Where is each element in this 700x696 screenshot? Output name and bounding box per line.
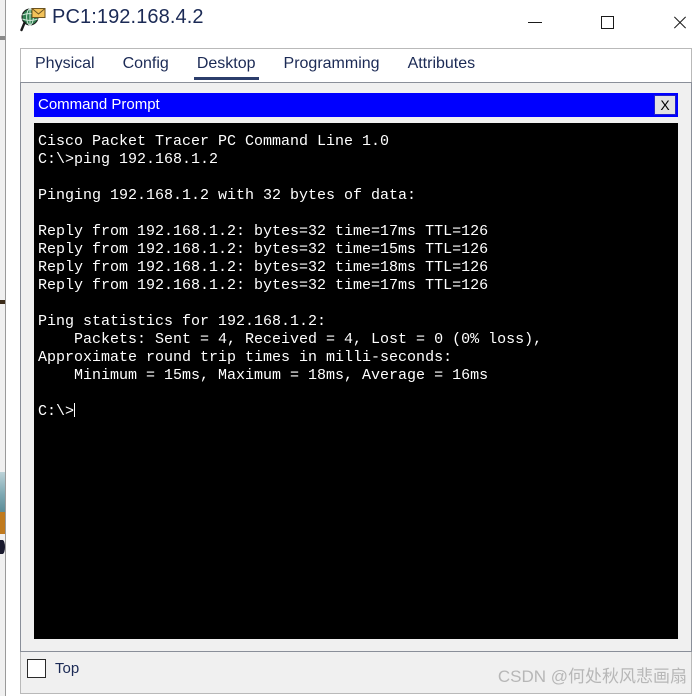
- command-prompt-title: Command Prompt: [38, 96, 160, 113]
- desktop-panel: Command Prompt X Cisco Packet Tracer PC …: [20, 82, 692, 652]
- terminal-line: Approximate round trip times in milli-se…: [38, 349, 453, 366]
- command-prompt-close-button[interactable]: X: [654, 95, 676, 115]
- terminal-line: Pinging 192.168.1.2 with 32 bytes of dat…: [38, 187, 417, 204]
- top-checkbox-label: Top: [55, 660, 80, 677]
- terminal-line: Packets: Sent = 4, Received = 4, Lost = …: [38, 331, 543, 348]
- tab-physical[interactable]: Physical: [35, 55, 95, 76]
- terminal-line: Minimum = 15ms, Maximum = 18ms, Average …: [38, 367, 489, 384]
- terminal-caret: [74, 403, 76, 417]
- minimize-button[interactable]: [512, 0, 558, 44]
- terminal-line: Reply from 192.168.1.2: bytes=32 time=17…: [38, 277, 489, 294]
- close-button[interactable]: [656, 0, 700, 44]
- terminal-prompt-line: C:\>: [38, 403, 678, 421]
- packet-tracer-pc-icon: [20, 7, 46, 33]
- tab-bar: Physical Config Desktop Programming Attr…: [20, 48, 692, 82]
- terminal-line: Reply from 192.168.1.2: bytes=32 time=18…: [38, 259, 489, 276]
- tab-desktop[interactable]: Desktop: [193, 55, 259, 80]
- command-prompt-titlebar: Command Prompt X: [34, 93, 678, 117]
- window-bottom-bar: Top CSDN @何处秋风悲画扇: [20, 652, 692, 694]
- terminal-line: Ping statistics for 192.168.1.2:: [38, 313, 327, 330]
- terminal-prompt-text: C:\>: [38, 403, 75, 420]
- top-checkbox[interactable]: [27, 659, 46, 678]
- window-title: PC1:192.168.4.2: [52, 6, 204, 28]
- terminal-line: C:\>ping 192.168.1.2: [38, 151, 219, 168]
- tab-programming[interactable]: Programming: [284, 55, 380, 76]
- terminal-line: Reply from 192.168.1.2: bytes=32 time=17…: [38, 223, 489, 240]
- terminal-output[interactable]: Cisco Packet Tracer PC Command Line 1.0 …: [34, 123, 678, 639]
- terminal-line: Cisco Packet Tracer PC Command Line 1.0: [38, 133, 390, 150]
- minimize-icon: [528, 21, 542, 23]
- command-prompt-window: Command Prompt X Cisco Packet Tracer PC …: [34, 93, 678, 639]
- maximize-icon: [600, 15, 614, 29]
- maximize-button[interactable]: [584, 0, 630, 44]
- csdn-watermark: CSDN @何处秋风悲画扇: [497, 667, 687, 686]
- tab-attributes[interactable]: Attributes: [408, 55, 476, 76]
- terminal-line: Reply from 192.168.1.2: bytes=32 time=15…: [38, 241, 489, 258]
- screenshot-root: PC1:192.168.4.2 Physical Config Desktop …: [0, 0, 700, 696]
- window-titlebar: PC1:192.168.4.2: [6, 0, 700, 44]
- tab-config[interactable]: Config: [123, 55, 169, 76]
- top-checkbox-group[interactable]: Top: [27, 659, 79, 678]
- pc-device-window: PC1:192.168.4.2 Physical Config Desktop …: [6, 0, 700, 696]
- close-icon: [672, 15, 687, 30]
